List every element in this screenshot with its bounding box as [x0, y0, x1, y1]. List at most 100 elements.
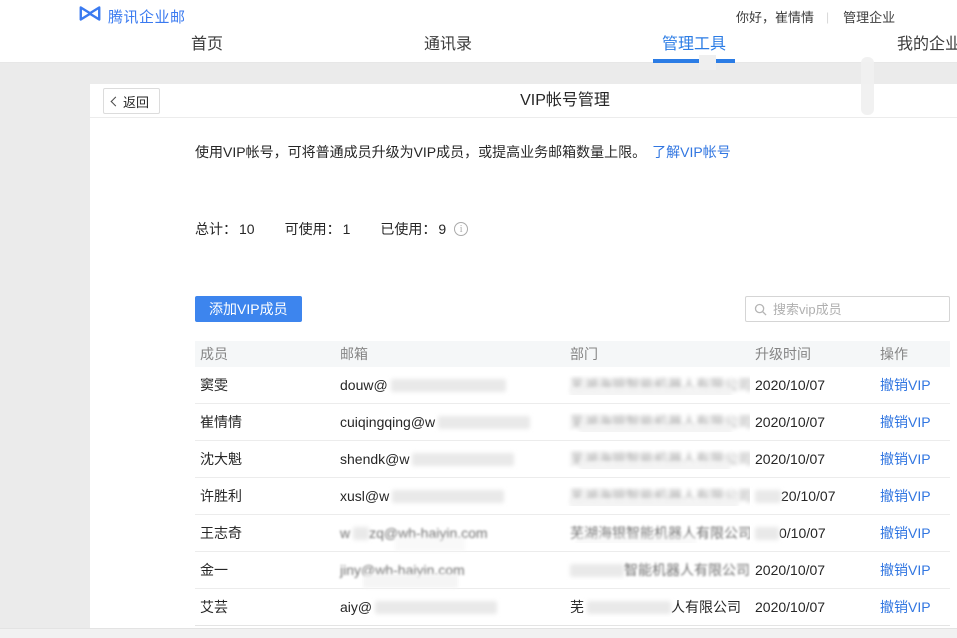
intro-text: 使用VIP帐号，可将普通成员升级为VIP成员，或提高业务邮箱数量上限。了解VIP…	[195, 142, 950, 162]
member-dept: 智能机器人有限公司	[565, 560, 750, 580]
upgrade-time: 2020/10/07	[750, 562, 875, 578]
topbar-right: 你好，崔情情 | 管理企业	[736, 7, 895, 26]
vip-table: 成员 邮箱 部门 升级时间 操作 窦雯 douw@ 芜湖海银智能机器人有限公司	[195, 341, 950, 626]
member-name: 艾芸	[195, 597, 335, 617]
screenshot-artifact	[699, 55, 716, 70]
redaction-smudge	[375, 601, 497, 614]
panel-header: 返回 VIP帐号管理	[90, 84, 957, 118]
redaction-smudge	[363, 574, 458, 588]
member-email: cuiqingqing@w	[335, 414, 565, 430]
table-row: 王志奇 wzq@wh-haiyin.com 芜湖海银智能机器人有限公司 0/10…	[195, 515, 950, 552]
redaction-smudge	[438, 416, 530, 429]
redaction-smudge	[353, 527, 369, 540]
logo-text: 腾讯企业邮	[108, 6, 186, 27]
redaction-smudge	[755, 527, 779, 540]
stat-total: 总计： 10	[195, 219, 255, 239]
page: 腾讯企业邮 你好，崔情情 | 管理企业 首页 通讯录 管理工具 我的企业 返回 …	[0, 0, 957, 638]
revoke-vip-link[interactable]: 撤销VIP	[880, 488, 931, 504]
learn-vip-link[interactable]: 了解VIP帐号	[652, 144, 731, 160]
tab-contacts[interactable]: 通讯录	[408, 30, 488, 62]
revoke-vip-link[interactable]: 撤销VIP	[880, 525, 931, 541]
upgrade-time: 2020/10/07	[750, 414, 875, 430]
search-icon	[754, 303, 767, 316]
redaction-smudge	[570, 564, 624, 577]
main-nav: 首页 通讯录 管理工具 我的企业	[0, 30, 957, 63]
upgrade-time: 20/10/07	[750, 488, 875, 504]
panel-content: 使用VIP帐号，可将普通成员升级为VIP成员，或提高业务邮箱数量上限。了解VIP…	[90, 142, 950, 626]
vip-stats: 总计： 10 可使用： 1 已使用： 9 i	[195, 219, 950, 239]
member-name: 窦雯	[195, 375, 335, 395]
redaction-smudge	[587, 601, 671, 614]
redaction-smudge	[576, 535, 696, 543]
col-header-dept: 部门	[565, 344, 750, 364]
member-name: 王志奇	[195, 523, 335, 543]
scrollbar-thumb[interactable]	[861, 57, 874, 115]
page-body: 返回 VIP帐号管理 使用VIP帐号，可将普通成员升级为VIP成员，或提高业务邮…	[0, 63, 957, 638]
member-name: 金一	[195, 560, 335, 580]
member-name: 沈大魁	[195, 449, 335, 469]
revoke-vip-link[interactable]: 撤销VIP	[880, 562, 931, 578]
table-row: 金一 jiny@wh-haiyin.com 智能机器人有限公司 2020/10/…	[195, 552, 950, 589]
tab-my-enterprise[interactable]: 我的企业	[896, 30, 957, 62]
redaction-smudge	[391, 379, 506, 392]
revoke-vip-link[interactable]: 撤销VIP	[880, 377, 931, 393]
member-email: wzq@wh-haiyin.com	[335, 525, 565, 541]
redaction-smudge	[392, 490, 504, 503]
revoke-vip-link[interactable]: 撤销VIP	[880, 451, 931, 467]
tab-admin-tools[interactable]: 管理工具	[654, 30, 734, 62]
stat-available: 可使用： 1	[285, 219, 351, 239]
table-row: 崔情情 cuiqingqing@w 芜湖海银智能机器人有限公司 2020/10/…	[195, 404, 950, 441]
member-dept: 芜湖海银智能机器人有限公司	[565, 412, 750, 432]
col-header-member: 成员	[195, 344, 335, 364]
member-dept: 芜湖海银智能机器人有限公司	[565, 486, 750, 506]
table-row: 艾芸 aiy@ 芜人有限公司 2020/10/07 撤销VIP	[195, 589, 950, 626]
upgrade-time: 2020/10/07	[750, 599, 875, 615]
redaction-smudge	[570, 387, 732, 395]
table-row: 沈大魁 shendk@w 芜湖海银智能机器人有限公司 2020/10/07 撤销…	[195, 441, 950, 478]
upgrade-time: 2020/10/07	[750, 451, 875, 467]
logo[interactable]: 腾讯企业邮	[78, 5, 186, 27]
redaction-smudge	[570, 498, 738, 506]
vip-panel: 返回 VIP帐号管理 使用VIP帐号，可将普通成员升级为VIP成员，或提高业务邮…	[90, 84, 957, 629]
member-email: douw@	[335, 377, 565, 393]
redaction-smudge	[412, 453, 514, 466]
manage-enterprise-link[interactable]: 管理企业	[843, 7, 895, 26]
user-greeting: 你好，崔情情	[736, 7, 814, 26]
member-dept: 芜人有限公司	[565, 597, 750, 617]
redaction-smudge	[580, 424, 732, 432]
redaction-smudge	[395, 537, 465, 551]
revoke-vip-link[interactable]: 撤销VIP	[880, 414, 931, 430]
topbar: 腾讯企业邮 你好，崔情情 | 管理企业	[0, 0, 957, 30]
member-dept: 芜湖海银智能机器人有限公司	[565, 523, 750, 543]
member-email: shendk@w	[335, 451, 565, 467]
table-toolbar: 添加VIP成员	[195, 296, 950, 322]
redaction-smudge	[755, 490, 781, 503]
col-header-action: 操作	[875, 344, 950, 364]
col-header-email: 邮箱	[335, 344, 565, 364]
info-icon[interactable]: i	[454, 222, 468, 236]
member-email: jiny@wh-haiyin.com	[335, 562, 565, 578]
member-name: 崔情情	[195, 412, 335, 432]
redaction-smudge	[580, 461, 730, 469]
col-header-time: 升级时间	[750, 344, 875, 364]
member-dept: 芜湖海银智能机器人有限公司	[565, 449, 750, 469]
exmail-logo-icon	[78, 5, 102, 27]
table-header-row: 成员 邮箱 部门 升级时间 操作	[195, 341, 950, 367]
search-input[interactable]	[773, 302, 949, 317]
member-email: xusl@w	[335, 488, 565, 504]
tab-home[interactable]: 首页	[175, 30, 239, 62]
topbar-divider: |	[826, 10, 829, 24]
stat-used: 已使用： 9 i	[380, 219, 468, 239]
member-dept: 芜湖海银智能机器人有限公司	[565, 375, 750, 395]
upgrade-time: 0/10/07	[750, 525, 875, 541]
table-row: 窦雯 douw@ 芜湖海银智能机器人有限公司 2020/10/07 撤销VIP	[195, 367, 950, 404]
search-box[interactable]	[745, 296, 950, 322]
horizontal-scrollbar-track[interactable]	[0, 628, 957, 638]
page-title: VIP帐号管理	[90, 84, 957, 118]
add-vip-member-button[interactable]: 添加VIP成员	[195, 296, 302, 322]
member-email: aiy@	[335, 599, 565, 615]
upgrade-time: 2020/10/07	[750, 377, 875, 393]
member-name: 许胜利	[195, 486, 335, 506]
table-row: 许胜利 xusl@w 芜湖海银智能机器人有限公司 20/10/07 撤销VIP	[195, 478, 950, 515]
revoke-vip-link[interactable]: 撤销VIP	[880, 599, 931, 615]
